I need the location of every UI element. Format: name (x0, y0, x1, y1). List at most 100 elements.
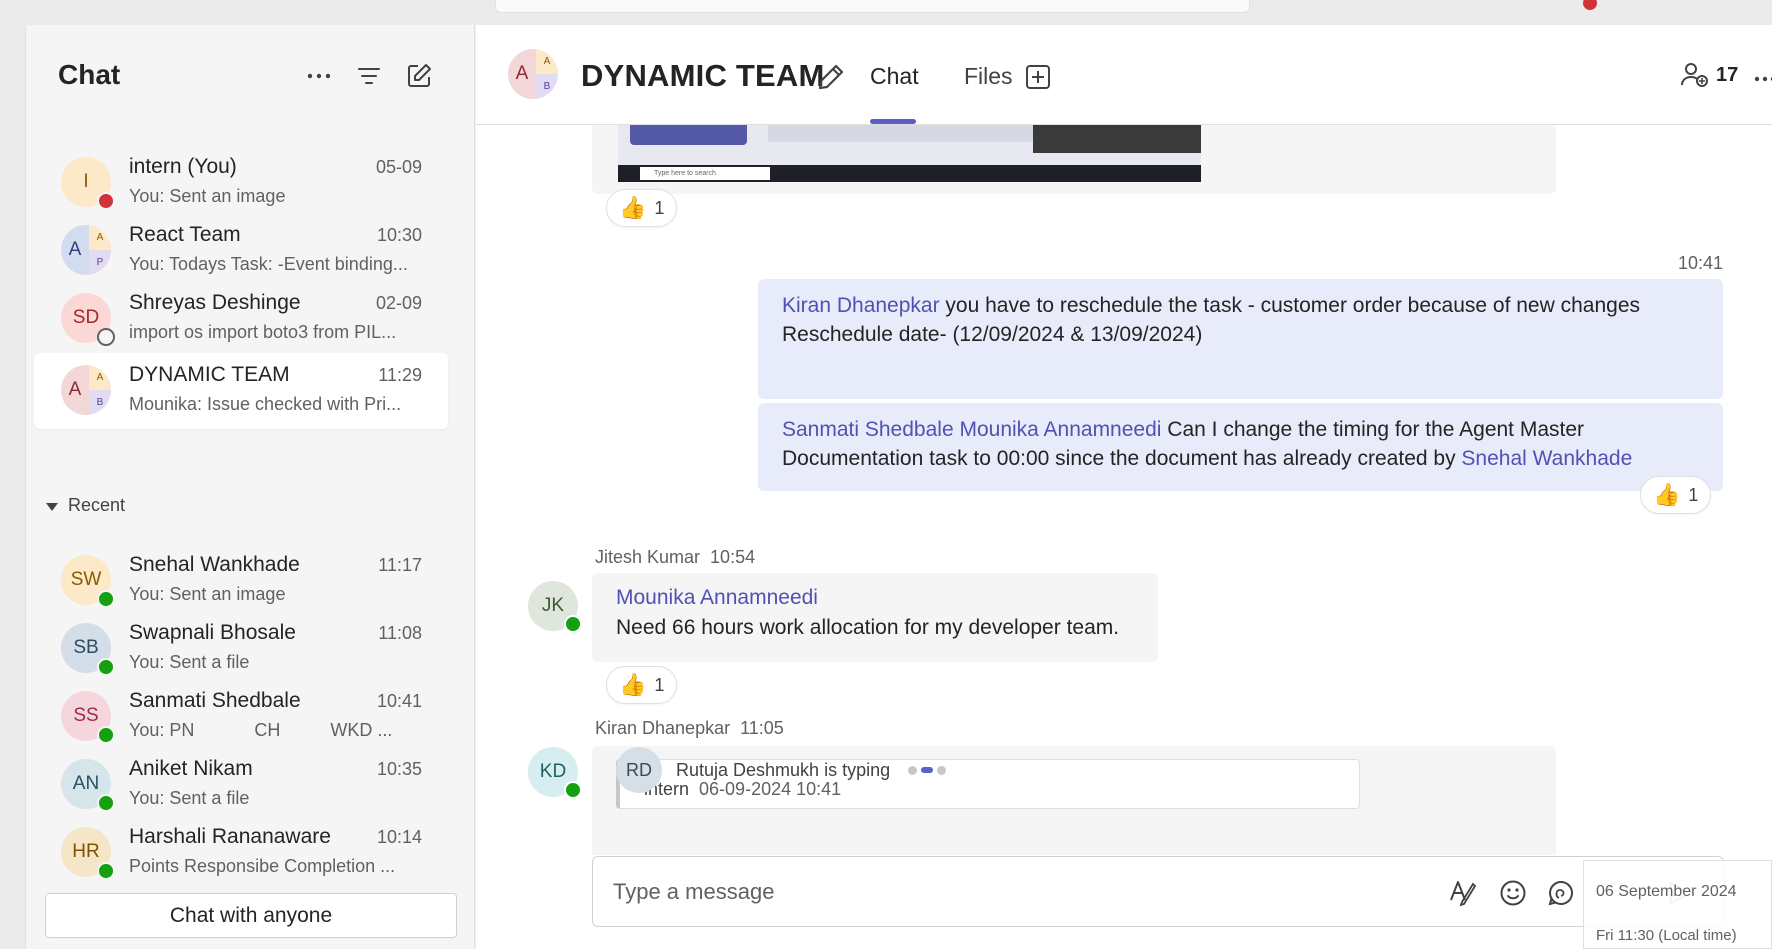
recent-section-label[interactable]: Recent (68, 495, 125, 516)
available-status-icon (97, 590, 115, 608)
mention[interactable]: Mounika Annamneedi (616, 586, 818, 609)
profile-status-dot[interactable] (1583, 0, 1597, 10)
available-status-icon (564, 615, 582, 633)
chat-header: A A B DYNAMIC TEAM Chat Files 17 (476, 25, 1772, 125)
app-rail (0, 25, 26, 949)
edit-name-icon[interactable] (816, 62, 846, 97)
chat-name: React Team (129, 223, 241, 246)
avatar[interactable]: KD (528, 747, 582, 799)
message-time: 11:05 (740, 718, 784, 738)
like-reaction[interactable]: 👍 1 (1640, 476, 1712, 514)
sender-name: Kiran Dhanepkar (595, 718, 731, 738)
tooltip-date: 06 September 2024 (1596, 883, 1737, 900)
chat-time: 10:30 (376, 225, 422, 245)
message-sender-line: Kiran Dhanepkar 11:05 (595, 718, 784, 739)
people-icon (1681, 63, 1708, 87)
active-tab-indicator (870, 119, 916, 124)
chat-name: Sanmati Shedbale (129, 689, 301, 712)
image-message: Type here to search (592, 125, 1556, 194)
sender-name: Jitesh Kumar (595, 547, 701, 567)
thumbs-up-icon: 👍 (1653, 482, 1681, 507)
emoji-icon[interactable] (1497, 877, 1529, 909)
group-avatar: A A B (508, 49, 558, 99)
chat-item-harshali-rananaware[interactable]: HR Harshali Rananaware 10:14 Points Resp… (34, 815, 448, 891)
tab-files[interactable]: Files (964, 63, 1013, 90)
avatar: RD (616, 747, 662, 793)
typing-text: Rutuja Deshmukh is typing (676, 759, 891, 780)
like-reaction[interactable]: 👍 1 (606, 666, 678, 704)
shared-screenshot[interactable]: Type here to search (618, 125, 1201, 182)
message-text: you have to reschedule the task - custom… (939, 294, 1640, 317)
message-time: 10:41 (1677, 253, 1723, 273)
global-search-bar[interactable] (495, 0, 1250, 13)
my-message[interactable]: Kiran Dhanepkar you have to reschedule t… (758, 279, 1723, 399)
chat-sidebar: Chat I intern (You) 05-09 You: Sent an i… (26, 25, 475, 949)
chat-item-swapnali-bhosale[interactable]: SB Swapnali Bhosale 11:08 You: Sent a fi… (34, 611, 448, 687)
thumbs-up-icon: 👍 (619, 672, 647, 697)
message-list[interactable]: Type here to search 👍 1 10:41 Kiran Dhan… (476, 125, 1772, 855)
mention[interactable]: Mounika Annamneedi (959, 418, 1161, 441)
chat-name: Swapnali Bhosale (129, 621, 296, 644)
tab-chat[interactable]: Chat (870, 63, 919, 90)
chat-item-shreyas-deshinge[interactable]: SD Shreyas Deshinge 02-09 import os impo… (34, 281, 448, 357)
chat-preview: You: Todays Task: -Event binding... (129, 254, 408, 274)
more-options-icon[interactable] (304, 61, 334, 91)
chat-preview: Mounika: Issue checked with Pri... (129, 394, 402, 414)
chat-time: 11:29 (378, 365, 422, 385)
chat-name: DYNAMIC TEAM (129, 363, 290, 386)
add-tab-icon[interactable] (1024, 63, 1052, 96)
avatar[interactable]: JK (528, 581, 582, 633)
available-status-icon (97, 862, 115, 880)
screenshot-search-text: Type here to search (640, 167, 770, 180)
date-tooltip: 06 September 2024 Fri 11:30 (Local time) (1583, 860, 1772, 949)
typing-indicator: RD Rutuja Deshmukh is typing (616, 747, 947, 793)
message-text: Need 66 hours work allocation for my dev… (616, 616, 1120, 639)
sidebar-title: Chat (58, 59, 121, 90)
sidebar-header: Chat (26, 25, 474, 125)
chat-main-pane: A A B DYNAMIC TEAM Chat Files 17 Type he… (476, 25, 1772, 949)
available-status-icon (564, 781, 582, 799)
chat-name: Aniket Nikam (129, 757, 253, 780)
thumbs-up-icon: 👍 (619, 195, 647, 220)
participants-button[interactable]: 17 (1680, 61, 1738, 89)
typing-dots-icon (908, 765, 947, 775)
like-reaction[interactable]: 👍 1 (606, 189, 678, 227)
reaction-count: 1 (654, 197, 665, 218)
chat-with-anyone-button[interactable]: Chat with anyone (45, 893, 457, 938)
available-status-icon (97, 726, 115, 744)
chat-time: 10:14 (376, 827, 422, 847)
chat-title: DYNAMIC TEAM (581, 58, 825, 93)
new-chat-icon[interactable] (404, 61, 434, 91)
chat-time: 10:41 (376, 691, 422, 711)
group-avatar: A A B (61, 365, 111, 415)
chat-item-sanmati-shedbale[interactable]: SS Sanmati Shedbale 10:41 You: PN CH WKD… (34, 679, 448, 755)
chat-item-snehal-wankhade[interactable]: SW Snehal Wankhade 11:17 You: Sent an im… (34, 543, 448, 619)
message-text: Reschedule date- (12/09/2024 & 13/09/202… (782, 323, 1203, 346)
collapse-chevron-icon[interactable] (46, 503, 58, 511)
mention[interactable]: Kiran Dhanepkar (782, 294, 940, 317)
reaction-count: 1 (1688, 484, 1699, 505)
my-message[interactable]: Sanmati Shedbale Mounika Annamneedi Can … (758, 403, 1723, 491)
mention[interactable]: Sanmati Shedbale (782, 418, 954, 441)
chat-name: Shreyas Deshinge (129, 291, 301, 314)
more-options-icon[interactable] (1754, 69, 1772, 87)
chat-name: Snehal Wankhade (129, 553, 300, 576)
format-icon[interactable] (1447, 877, 1479, 909)
reaction-count: 1 (654, 674, 665, 695)
chat-name: intern (You) (129, 155, 237, 178)
message-input[interactable] (613, 875, 1313, 909)
busy-status-icon (97, 192, 115, 210)
mention[interactable]: Snehal Wankhade (1461, 447, 1632, 470)
chat-item-dynamic-team[interactable]: A A B DYNAMIC TEAM 11:29 Mounika: Issue … (34, 353, 448, 429)
incoming-message[interactable]: Mounika Annamneedi Need 66 hours work al… (592, 573, 1158, 662)
group-avatar: A A P (61, 225, 111, 275)
filter-icon[interactable] (354, 61, 384, 91)
loop-compose-icon[interactable] (1545, 877, 1577, 909)
available-status-icon (97, 658, 115, 676)
chat-item-aniket-nikam[interactable]: AN Aniket Nikam 10:35 You: Sent a file (34, 747, 448, 823)
chat-preview: import os import boto3 from PIL... (129, 322, 397, 342)
available-status-icon (97, 794, 115, 812)
chat-item-intern[interactable]: I intern (You) 05-09 You: Sent an image (34, 145, 448, 221)
chat-item-react-team[interactable]: A A P React Team 10:30 You: Todays Task:… (34, 213, 448, 289)
chat-preview: You: Sent an image (129, 186, 286, 206)
